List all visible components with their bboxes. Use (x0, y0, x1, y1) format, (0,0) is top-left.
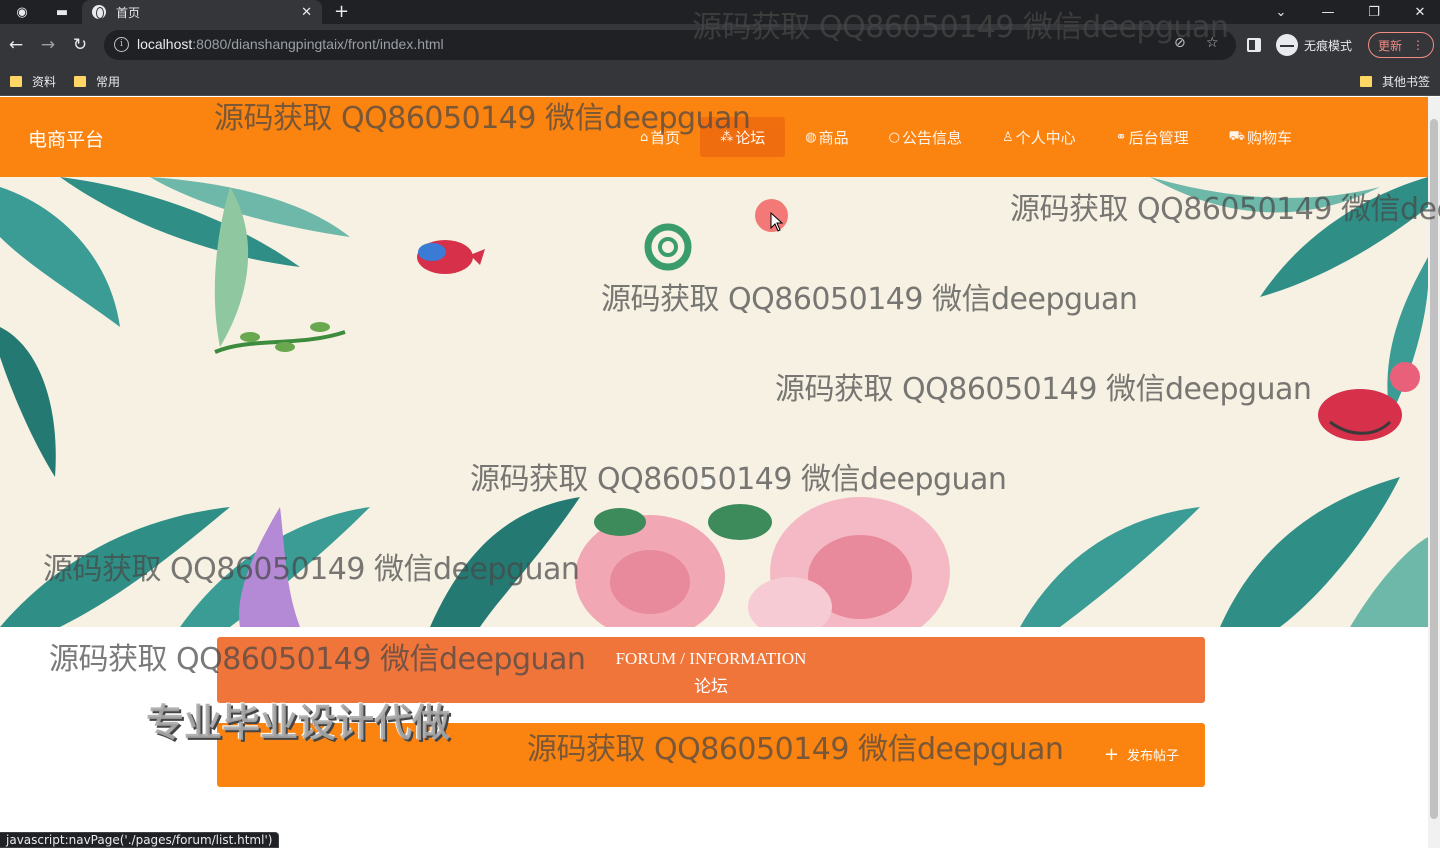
reload-icon[interactable]: ↻ (68, 33, 92, 57)
watermark-text: 源码获取 QQ86050149 微信deepguan (692, 10, 1229, 45)
site-info-icon[interactable]: i (114, 37, 129, 52)
goods-icon: ◍ (805, 129, 817, 145)
tab-title: 首页 (116, 5, 141, 20)
watermark-text: 源码获取 QQ86050149 微信deepguan (775, 372, 1312, 407)
user-icon: ♙ (1002, 129, 1014, 145)
more-menu-icon: ⋮ (1412, 38, 1424, 52)
globe-icon (92, 5, 106, 19)
close-window-icon[interactable]: ✕ (1397, 0, 1440, 24)
update-button[interactable]: 更新 ⋮ (1368, 32, 1434, 58)
watermark-text: 源码获取 QQ86050149 微信deepguan (527, 732, 1064, 767)
nav-item-goods[interactable]: ◍ 商品 (785, 117, 868, 157)
bookmark-folder[interactable]: 常用 (74, 72, 120, 90)
bookmarks-bar: 资料 常用 其他书签 (0, 66, 1440, 96)
bookmark-folder[interactable]: 资料 (10, 72, 56, 90)
watermark-text: 源码获取 QQ86050149 微信deepguan (470, 462, 1007, 497)
browser-tab-active[interactable]: 首页 ✕ (82, 0, 322, 24)
notice-icon: ○ (888, 129, 900, 145)
other-bookmarks[interactable]: 其他书签 (1360, 72, 1430, 90)
incognito-indicator[interactable]: 无痕模式 (1276, 33, 1352, 57)
watermark-text: 源码获取 QQ86050149 微信deepguan (601, 282, 1138, 317)
promo-watermark: 专业毕业设计代做 (146, 701, 451, 745)
forward-icon[interactable]: → (36, 33, 60, 57)
new-tab-icon[interactable]: + (334, 0, 349, 24)
tab-list-chevron-icon[interactable]: ⌄ (1258, 0, 1304, 24)
folder-icon (1360, 75, 1372, 87)
restore-icon[interactable]: ❐ (1351, 0, 1397, 24)
watermark-text: 源码获取 QQ86050149 微信deepguan (214, 101, 751, 136)
mouse-cursor-icon (770, 212, 784, 232)
nav-item-cart[interactable]: ⛟ 购物车 (1209, 117, 1312, 157)
plus-icon: + (1103, 743, 1119, 765)
publish-post-button[interactable]: + 发布帖子 (1104, 745, 1179, 764)
browser-menu-icon[interactable]: ◉ (2, 0, 42, 24)
nav-item-notice[interactable]: ○ 公告信息 (869, 117, 982, 157)
cart-icon: ⛟ (1228, 128, 1245, 144)
side-panel-icon[interactable] (1247, 38, 1261, 52)
watermark-text: 源码获取 QQ86050149 微信deepguan (1010, 192, 1440, 227)
publish-post-label: 发布帖子 (1126, 749, 1179, 764)
folder-icon (74, 75, 86, 87)
nav-item-admin[interactable]: ⚭ 后台管理 (1096, 117, 1209, 157)
site-title: 电商平台 (28, 129, 105, 151)
tab-search-icon[interactable]: ▬ (42, 0, 82, 24)
folder-icon (10, 75, 22, 87)
back-icon[interactable]: ← (4, 33, 28, 57)
link-icon: ⚭ (1115, 129, 1127, 145)
minimize-icon[interactable]: — (1305, 0, 1351, 24)
url-text[interactable]: localhost:8080/dianshangpingtaix/front/i… (137, 36, 444, 52)
watermark-text: 源码获取 QQ86050149 微信deepguan (43, 552, 580, 587)
nav-item-user-center[interactable]: ♙ 个人中心 (982, 117, 1096, 157)
close-tab-icon[interactable]: ✕ (301, 5, 312, 20)
incognito-icon (1276, 34, 1298, 56)
status-bar-url: javascript:navPage('./pages/forum/list.h… (0, 832, 280, 848)
watermark-text: 源码获取 QQ86050149 微信deepguan (49, 642, 586, 677)
